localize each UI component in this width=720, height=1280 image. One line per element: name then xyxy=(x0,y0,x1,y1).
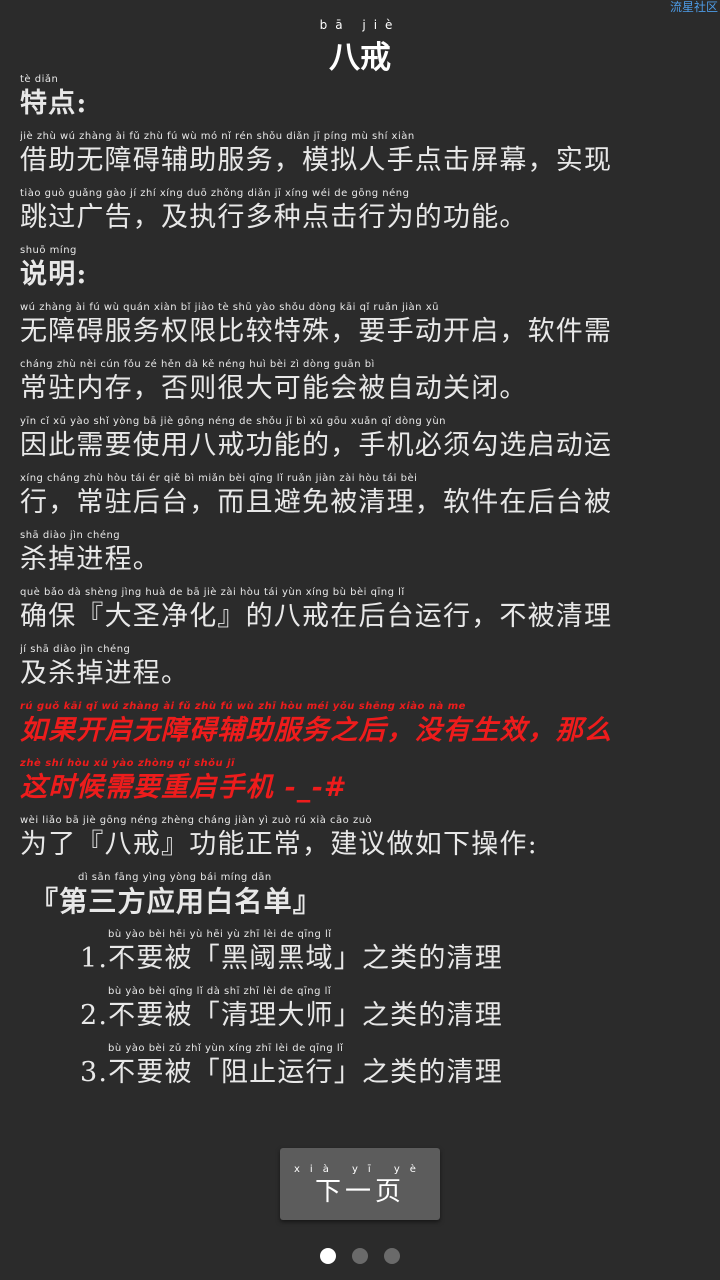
section-heading-whitelist: dì sān fāng yìng yòng bái míng dān 『第三方应… xyxy=(20,872,700,929)
heading-description: shuō míng 说明: xyxy=(20,245,700,302)
line-text: 杀掉进程。 xyxy=(20,544,161,575)
line-text: 借助无障碍辅助服务，模拟人手点击屏幕，实现 xyxy=(20,145,613,176)
line-text: 这时候需要重启手机 -_-# xyxy=(20,772,348,803)
line-pinyin: bù yào bèi qīng lǐ dà shī zhī lèi de qīn… xyxy=(108,986,332,997)
line-text: 3.不要被「阻止运行」之类的清理 xyxy=(80,1057,503,1088)
line-text: 如果开启无障碍辅助服务之后，没有生效，那么 xyxy=(20,715,613,746)
page-title-text: 八戒 xyxy=(329,40,391,76)
line-pinyin: rú guǒ kāi qǐ wú zhàng ài fǔ zhù fú wù z… xyxy=(20,701,466,712)
page-title: bā jiè 八戒 xyxy=(0,18,720,77)
line-pinyin: bù yào bèi zǔ zhǐ yùn xíng zhī lèi de qī… xyxy=(108,1043,344,1054)
page-dot-1[interactable] xyxy=(320,1248,336,1264)
text-line: què bǎo dà shèng jìng huà de bā jiè zài … xyxy=(20,587,700,644)
line-text: 及杀掉进程。 xyxy=(20,658,190,689)
text-line: jí shā diào jìn chéng 及杀掉进程。 xyxy=(20,644,700,701)
line-pinyin: shuō míng xyxy=(20,245,77,256)
page-dot-2[interactable] xyxy=(352,1248,368,1264)
line-pinyin: dì sān fāng yìng yòng bái míng dān xyxy=(78,872,272,883)
line-text: 特点: xyxy=(20,88,88,119)
line-pinyin: jiè zhù wú zhàng ài fǔ zhù fú wù mó nǐ r… xyxy=(20,131,415,142)
watermark-text: 流星社区 xyxy=(669,0,718,14)
line-pinyin: wú zhàng ài fú wù quán xiàn bǐ jiào tè s… xyxy=(20,302,439,313)
text-line: yīn cǐ xū yào shǐ yòng bā jiè gōng néng … xyxy=(20,416,700,473)
line-text: 确保『大圣净化』的八戒在后台运行，不被清理 xyxy=(20,601,613,632)
page-dot-3[interactable] xyxy=(384,1248,400,1264)
line-text: 2.不要被「清理大师」之类的清理 xyxy=(80,1000,503,1031)
text-line: shā diào jìn chéng 杀掉进程。 xyxy=(20,530,700,587)
warning-line: rú guǒ kāi qǐ wú zhàng ài fǔ zhù fú wù z… xyxy=(20,701,700,758)
line-text: 跳过广告，及执行多种点击行为的功能。 xyxy=(20,202,528,233)
line-text: 行，常驻后台，而且避免被清理，软件在后台被 xyxy=(20,487,613,518)
line-text: 因此需要使用八戒功能的，手机必须勾选启动运 xyxy=(20,430,613,461)
page-title-pinyin: bā jiè xyxy=(319,18,401,32)
line-pinyin: xíng cháng zhù hòu tái ér qiě bì miǎn bè… xyxy=(20,473,418,484)
text-line: tiào guò guǎng gào jí zhí xíng duō zhǒng… xyxy=(20,188,700,245)
heading-features: tè diǎn 特点: xyxy=(20,74,700,131)
line-text: 为了『八戒』功能正常，建议做如下操作: xyxy=(20,829,538,860)
instruction-content: tè diǎn 特点: jiè zhù wú zhàng ài fǔ zhù f… xyxy=(20,74,700,1100)
next-page-label: 下一页 xyxy=(314,1177,405,1207)
text-line: wú zhàng ài fú wù quán xiàn bǐ jiào tè s… xyxy=(20,302,700,359)
text-line: xíng cháng zhù hòu tái ér qiě bì miǎn bè… xyxy=(20,473,700,530)
line-text: 说明: xyxy=(20,259,88,290)
line-pinyin: tè diǎn xyxy=(20,74,59,85)
line-text: 1.不要被「黑阈黑域」之类的清理 xyxy=(80,943,503,974)
line-pinyin: bù yào bèi hēi yù hēi yù zhī lèi de qīng… xyxy=(108,929,332,940)
page-indicator xyxy=(320,1247,400,1265)
list-item: bù yào bèi zǔ zhǐ yùn xíng zhī lèi de qī… xyxy=(20,1043,700,1100)
line-text: 常驻内存，否则很大可能会被自动关闭。 xyxy=(20,373,528,404)
line-pinyin: zhè shí hòu xū yào zhòng qǐ shǒu jī xyxy=(20,758,235,769)
text-line: jiè zhù wú zhàng ài fǔ zhù fú wù mó nǐ r… xyxy=(20,131,700,188)
list-item: bù yào bèi qīng lǐ dà shī zhī lèi de qīn… xyxy=(20,986,700,1043)
line-text: 无障碍服务权限比较特殊，要手动开启，软件需 xyxy=(20,316,613,347)
line-pinyin: tiào guò guǎng gào jí zhí xíng duō zhǒng… xyxy=(20,188,410,199)
next-page-pinyin: xià yī yè xyxy=(294,1164,426,1175)
line-pinyin: què bǎo dà shèng jìng huà de bā jiè zài … xyxy=(20,587,405,598)
next-page-button[interactable]: xià yī yè 下一页 xyxy=(280,1148,440,1220)
line-pinyin: cháng zhù nèi cún fǒu zé hěn dà kě néng … xyxy=(20,359,375,370)
text-line: cháng zhù nèi cún fǒu zé hěn dà kě néng … xyxy=(20,359,700,416)
line-pinyin: jí shā diào jìn chéng xyxy=(20,644,131,655)
line-text: 『第三方应用白名单』 xyxy=(30,885,323,918)
line-pinyin: yīn cǐ xū yào shǐ yòng bā jiè gōng néng … xyxy=(20,416,447,427)
text-line: wèi liǎo bā jiè gōng néng zhèng cháng ji… xyxy=(20,815,700,872)
line-pinyin: wèi liǎo bā jiè gōng néng zhèng cháng ji… xyxy=(20,815,373,826)
line-pinyin: shā diào jìn chéng xyxy=(20,530,121,541)
warning-line: zhè shí hòu xū yào zhòng qǐ shǒu jī 这时候需… xyxy=(20,758,700,815)
list-item: bù yào bèi hēi yù hēi yù zhī lèi de qīng… xyxy=(20,929,700,986)
